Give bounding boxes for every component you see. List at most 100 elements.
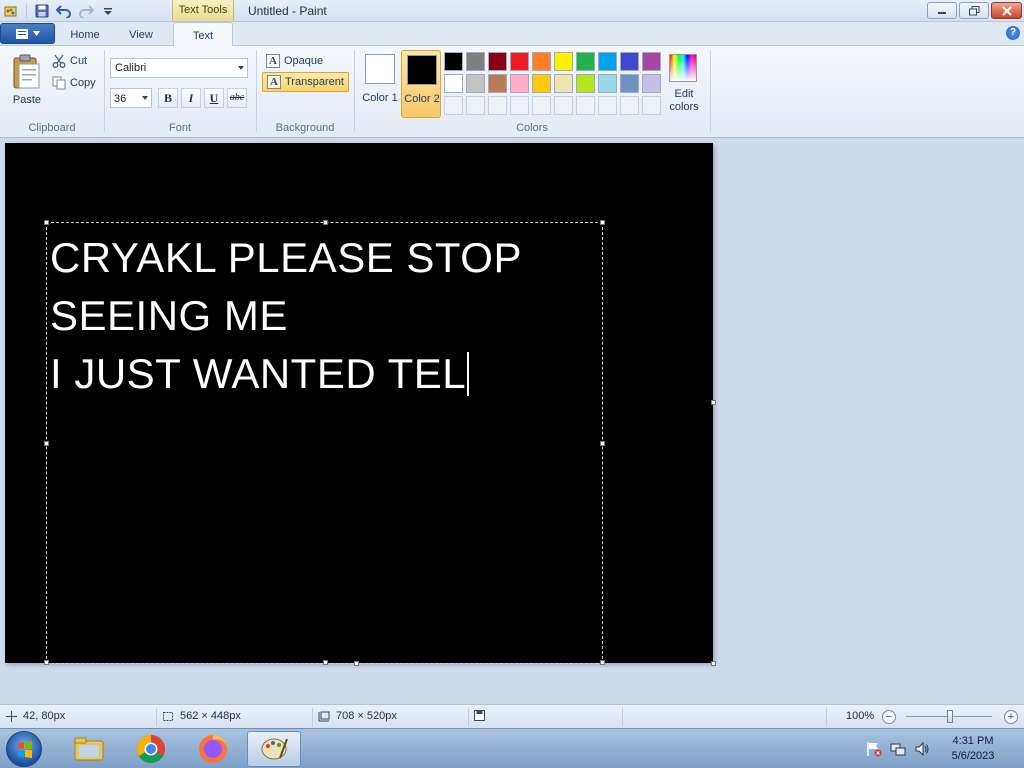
resize-handle[interactable] [600, 220, 605, 225]
paint-menu-button[interactable] [0, 23, 55, 44]
restore-button[interactable] [959, 2, 989, 19]
clipboard-group-label: Clipboard [28, 122, 76, 134]
undo-icon[interactable] [55, 2, 73, 20]
resize-handle[interactable] [44, 660, 49, 665]
palette-custom-slot[interactable] [554, 96, 573, 115]
ribbon-tab-row: Home View Text [0, 22, 1024, 47]
color2-button[interactable]: Color 2 [401, 50, 441, 118]
customize-toolbar-icon[interactable] [99, 2, 117, 20]
palette-color-swatch[interactable] [466, 74, 485, 93]
toolbar-separator [26, 4, 27, 18]
help-icon[interactable]: ? [1006, 26, 1020, 40]
taskbar-paint[interactable] [247, 731, 301, 767]
transparent-label: Transparent [285, 76, 344, 88]
opaque-button[interactable]: A Opaque [262, 51, 327, 71]
text-box[interactable]: CRYAKL PLEASE STOP SEEING ME I JUST WANT… [44, 220, 605, 665]
selection-size-value: 562 × 448px [180, 710, 241, 722]
taskbar-explorer[interactable] [62, 731, 116, 767]
paint-app-icon[interactable] [2, 2, 20, 20]
palette-color-swatch[interactable] [554, 52, 573, 71]
palette-custom-slot[interactable] [532, 96, 551, 115]
resize-handle[interactable] [44, 441, 49, 446]
strikethrough-button[interactable]: abc [227, 88, 247, 108]
minimize-button[interactable] [927, 2, 957, 19]
paste-button[interactable]: Paste [8, 52, 46, 110]
palette-custom-slot[interactable] [598, 96, 617, 115]
palette-color-swatch[interactable] [444, 52, 463, 71]
tab-home[interactable]: Home [62, 26, 108, 46]
volume-icon[interactable] [914, 741, 930, 757]
palette-color-swatch[interactable] [510, 74, 529, 93]
palette-color-swatch[interactable] [554, 74, 573, 93]
palette-color-swatch[interactable] [576, 74, 595, 93]
palette-custom-slot[interactable] [576, 96, 595, 115]
chevron-down-icon [33, 31, 40, 36]
palette-custom-slot[interactable] [466, 96, 485, 115]
italic-button[interactable]: I [181, 88, 201, 108]
canvas-resize-handle[interactable] [354, 661, 359, 666]
zoom-level: 100% [846, 710, 875, 722]
system-clock[interactable]: 4:31 PM 5/6/2023 [940, 734, 1006, 764]
group-divider [104, 50, 105, 132]
dropdown-arrow-icon [238, 66, 244, 70]
palette-custom-slot[interactable] [488, 96, 507, 115]
palette-color-swatch[interactable] [642, 52, 661, 71]
network-icon[interactable] [890, 741, 906, 757]
action-center-icon[interactable] [866, 741, 882, 757]
palette-color-swatch[interactable] [510, 52, 529, 71]
tab-text[interactable]: Text [173, 22, 233, 47]
clock-date: 5/6/2023 [951, 750, 995, 762]
palette-custom-slot[interactable] [444, 96, 463, 115]
palette-custom-slot[interactable] [642, 96, 661, 115]
palette-color-swatch[interactable] [620, 52, 639, 71]
transparent-button[interactable]: A Transparent [262, 72, 349, 92]
palette-color-swatch[interactable] [598, 52, 617, 71]
redo-icon[interactable] [77, 2, 95, 20]
resize-handle[interactable] [323, 660, 328, 665]
underline-button[interactable]: U [204, 88, 224, 108]
zoom-out-button[interactable]: − [882, 710, 896, 724]
bold-button[interactable]: B [158, 88, 178, 108]
canvas-size: 708 × 520px [318, 710, 397, 722]
palette-color-swatch[interactable] [642, 74, 661, 93]
edit-colors-button[interactable]: Edit colors [667, 52, 701, 116]
text-line-content: I JUST WANTED TEL [50, 350, 467, 397]
palette-color-swatch[interactable] [444, 74, 463, 93]
save-icon[interactable] [33, 2, 51, 20]
close-button[interactable] [991, 2, 1022, 19]
palette-color-swatch[interactable] [576, 52, 595, 71]
palette-color-swatch[interactable] [488, 52, 507, 71]
color2-label: Color 2 [404, 93, 440, 105]
cursor-position-value: 42, 80px [23, 710, 66, 722]
drawing-canvas[interactable]: CRYAKL PLEASE STOP SEEING ME I JUST WANT… [5, 143, 713, 665]
resize-handle[interactable] [323, 220, 328, 225]
opaque-label: Opaque [284, 55, 324, 67]
start-button[interactable] [6, 731, 42, 767]
resize-handle[interactable] [44, 220, 49, 225]
palette-custom-slot[interactable] [620, 96, 639, 115]
palette-color-swatch[interactable] [466, 52, 485, 71]
resize-handle[interactable] [600, 660, 605, 665]
transparent-icon: A [267, 75, 281, 89]
windows-logo-icon [18, 741, 32, 758]
resize-handle[interactable] [600, 441, 605, 446]
font-size-select[interactable]: 36 [110, 88, 152, 108]
palette-color-swatch[interactable] [620, 74, 639, 93]
copy-button[interactable]: Copy [52, 74, 96, 92]
palette-color-swatch[interactable] [598, 74, 617, 93]
taskbar-firefox[interactable] [186, 731, 240, 767]
font-family-select[interactable]: Calibri [110, 58, 248, 78]
palette-custom-slot[interactable] [510, 96, 529, 115]
taskbar-chrome[interactable] [124, 731, 178, 767]
canvas-resize-handle[interactable] [711, 661, 716, 666]
cut-button[interactable]: Cut [52, 52, 87, 70]
palette-color-swatch[interactable] [532, 52, 551, 71]
canvas-resize-handle[interactable] [711, 400, 716, 405]
palette-color-swatch[interactable] [532, 74, 551, 93]
tab-view[interactable]: View [118, 26, 164, 46]
color1-button[interactable]: Color 1 [360, 50, 400, 118]
zoom-slider-thumb[interactable] [947, 710, 953, 723]
zoom-in-button[interactable]: + [1004, 710, 1018, 724]
palette-color-swatch[interactable] [488, 74, 507, 93]
scissors-icon [52, 54, 66, 68]
